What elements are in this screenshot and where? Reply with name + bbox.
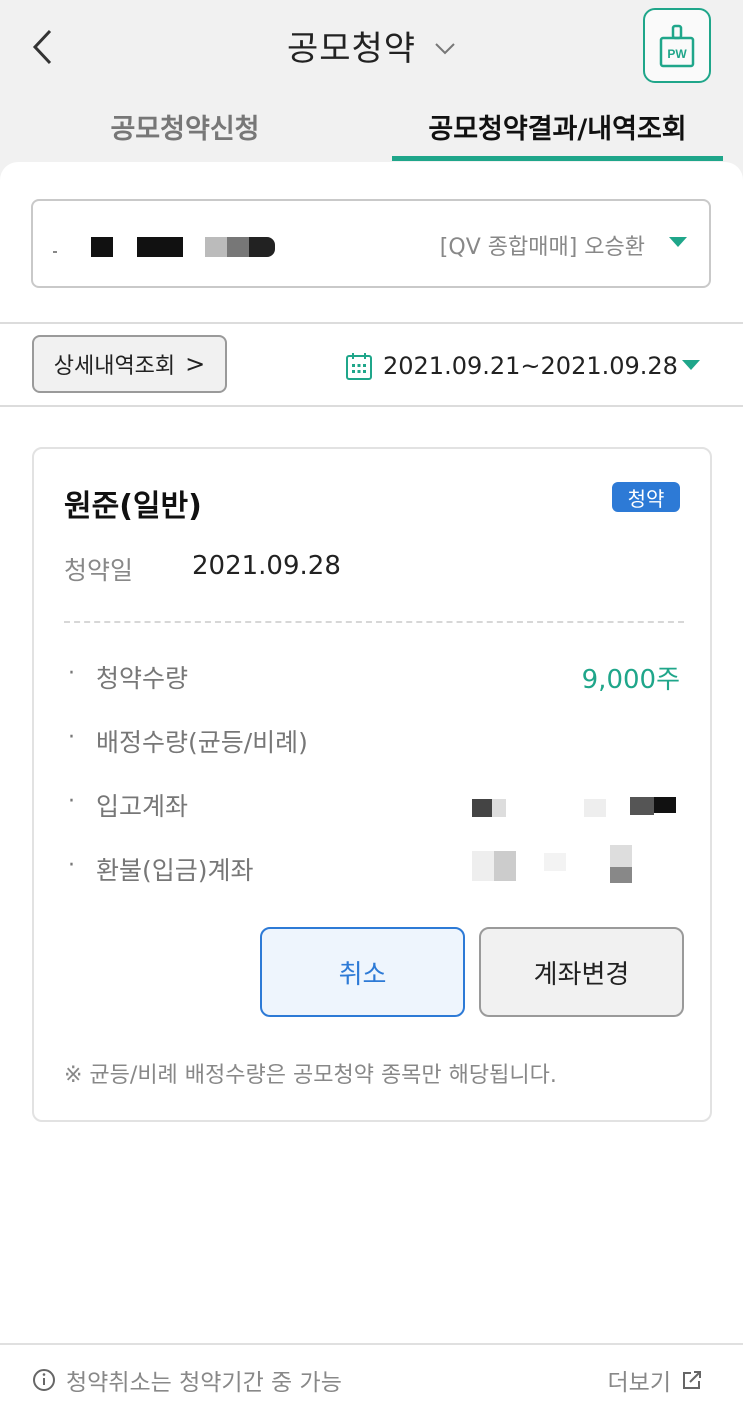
change-account-button[interactable]: 계좌변경 (479, 927, 684, 1017)
info-icon (33, 1369, 55, 1391)
subscription-date-value: 2021.09.28 (192, 551, 341, 581)
main-content: [QV 종합매매] 오승환 상세내역조회 > 2021.09.21~2021.0… (0, 162, 743, 1410)
stock-name: 원준(일반) (64, 489, 202, 524)
account-owner: [QV 종합매매] 오승환 (439, 235, 645, 260)
page-title: 공모청약 (286, 28, 417, 69)
tab-result-inquiry[interactable]: 공모청약결과/내역조회 (392, 90, 723, 162)
row-subscription-quantity: · 청약수량 9,000주 (68, 659, 680, 699)
row-allocated-quantity: · 배정수량(균등/비례) (68, 723, 680, 763)
footer-bar: 청약취소는 청약기간 중 가능 더보기 (0, 1343, 743, 1410)
title-dropdown[interactable]: 공모청약 (0, 20, 743, 70)
subscription-card: 원준(일반) 청약 청약일 2021.09.28 · 청약수량 9,000주 ·… (32, 447, 712, 1122)
subscription-date-label: 청약일 (64, 556, 134, 585)
filter-bar: 상세내역조회 > 2021.09.21~2021.09.28 (0, 322, 743, 407)
active-tab-indicator (392, 156, 723, 161)
chevron-right-icon: > (185, 350, 206, 378)
tab-bar: 공모청약신청 공모청약결과/내역조회 (0, 90, 743, 162)
allocation-note: ※ 균등/비례 배정수량은 공모청약 종목만 해당됩니다. (64, 1063, 557, 1088)
row-label: 배정수량(균등/비례) (96, 728, 308, 757)
footer-info: 청약취소는 청약기간 중 가능 (32, 1363, 342, 1397)
svg-text:PW: PW (667, 47, 687, 61)
row-deposit-account: · 입고계좌 (68, 787, 680, 827)
row-value: 9,000주 (581, 665, 680, 695)
account-selector[interactable]: [QV 종합매매] 오승환 (31, 199, 711, 288)
calendar-icon (346, 353, 372, 380)
external-link-icon (683, 1371, 701, 1389)
row-label: 입고계좌 (96, 792, 189, 821)
app-header: 공모청약 PW (0, 0, 743, 90)
bullet: · (68, 725, 75, 750)
masked-account-number (33, 201, 293, 286)
cancel-button[interactable]: 취소 (260, 927, 465, 1017)
chevron-down-icon (435, 43, 455, 55)
bullet: · (68, 853, 75, 878)
date-range-selector[interactable]: 2021.09.21~2021.09.28 (345, 346, 678, 386)
date-range-text: 2021.09.21~2021.09.28 (383, 352, 678, 380)
tab-apply[interactable]: 공모청약신청 (60, 90, 310, 162)
bullet: · (68, 789, 75, 814)
divider (64, 621, 684, 623)
dropdown-arrow-icon (669, 237, 687, 247)
more-label: 더보기 (607, 1370, 671, 1396)
date-dropdown-arrow-icon[interactable] (682, 360, 700, 370)
password-button[interactable]: PW (643, 8, 711, 83)
masked-deposit-account (470, 797, 680, 819)
row-label: 청약수량 (96, 664, 189, 693)
bullet: · (68, 661, 75, 686)
row-refund-account: · 환불(입금)계좌 (68, 845, 680, 891)
row-label: 환불(입금)계좌 (96, 856, 254, 885)
detail-inquiry-button[interactable]: 상세내역조회 > (32, 335, 227, 393)
masked-refund-account (470, 845, 680, 889)
more-link[interactable]: 더보기 (608, 1363, 703, 1397)
status-badge: 청약 (612, 482, 680, 512)
pw-lock-icon: PW (659, 24, 695, 67)
detail-inquiry-label: 상세내역조회 (53, 354, 176, 379)
footer-info-text: 청약취소는 청약기간 중 가능 (66, 1370, 342, 1396)
